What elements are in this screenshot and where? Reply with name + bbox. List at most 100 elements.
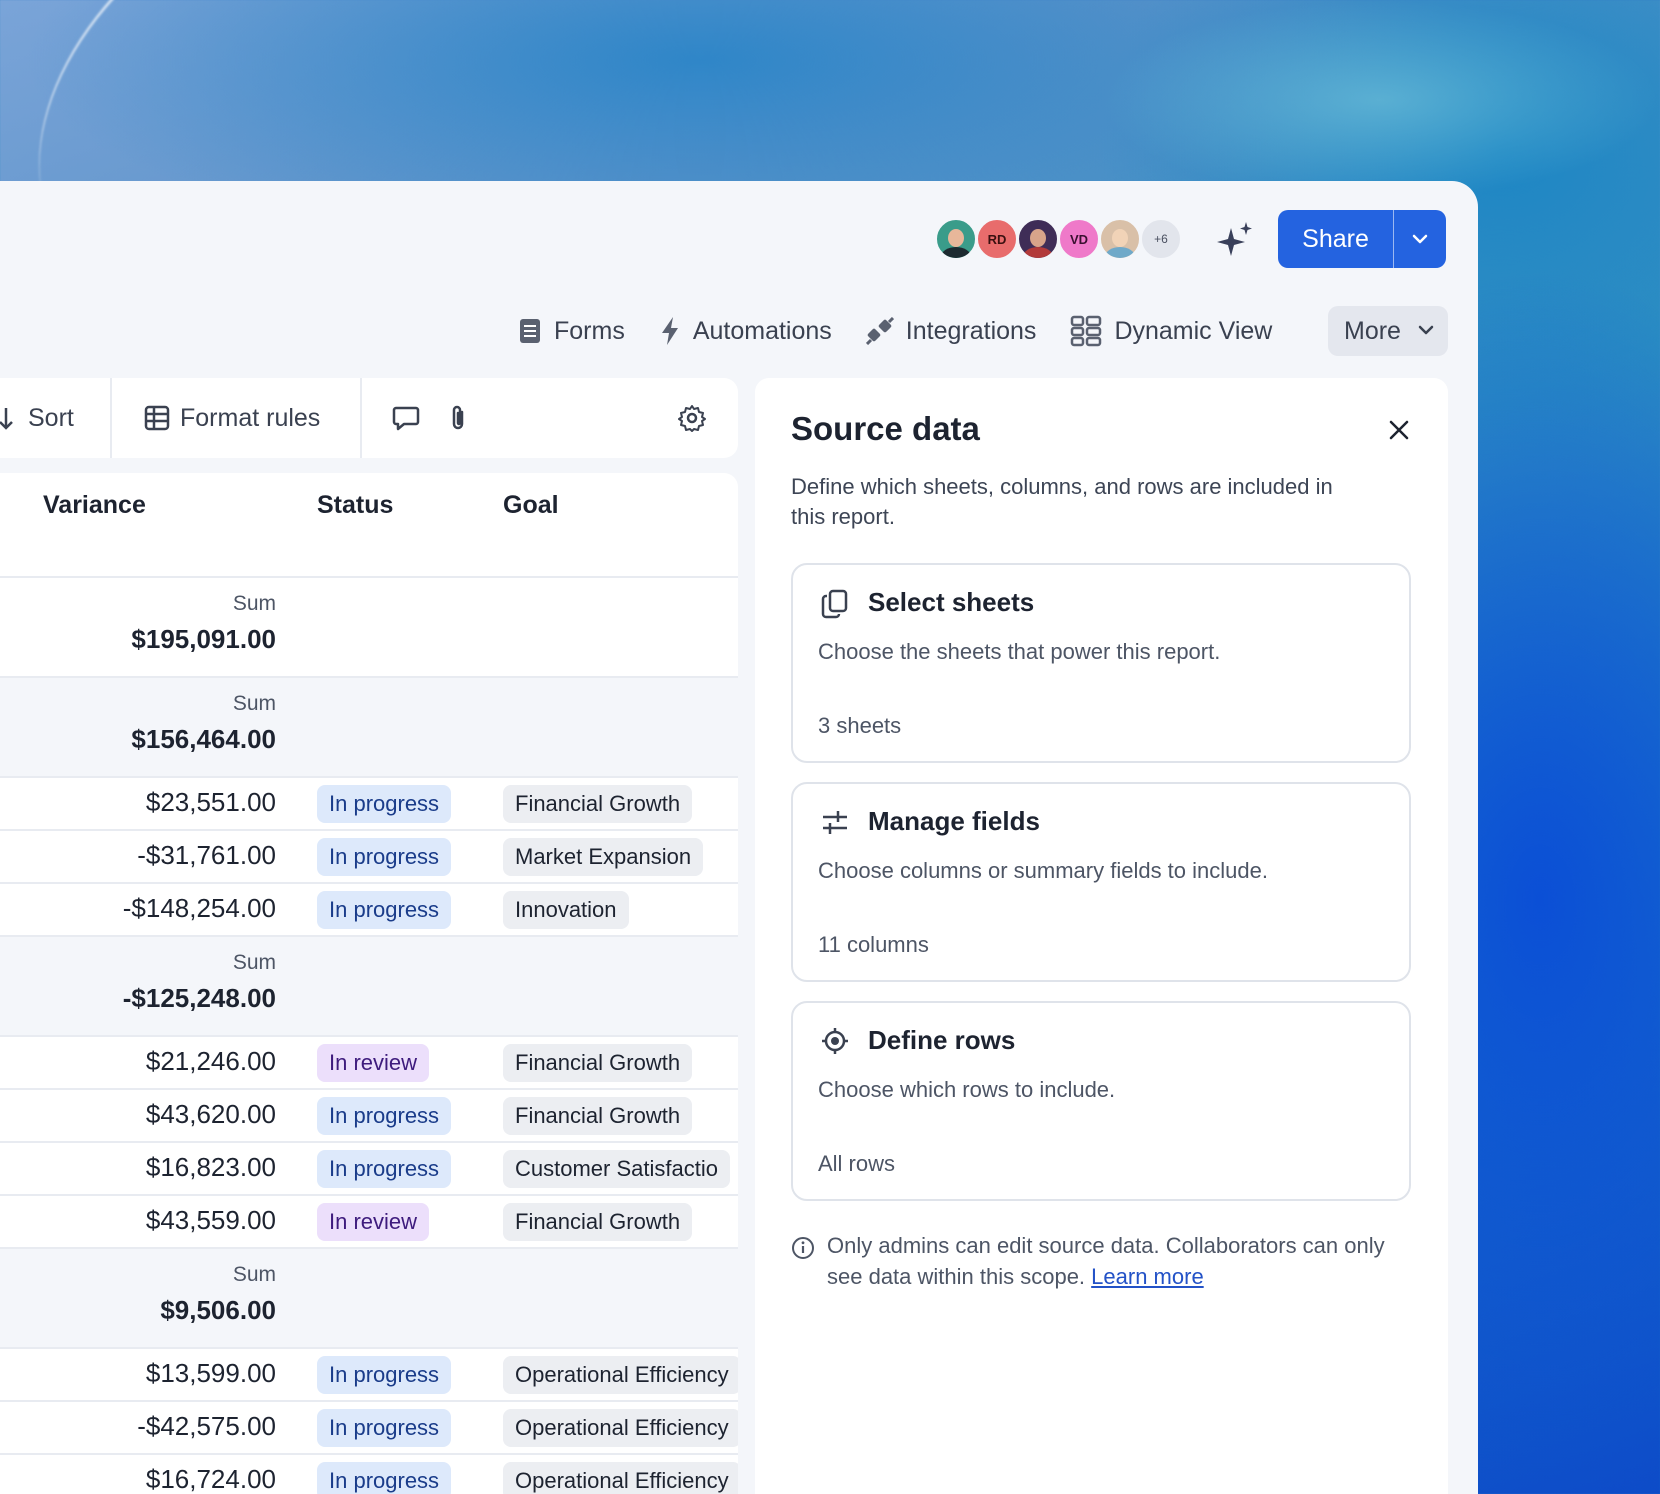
grid-toolbar: Sort Format rules bbox=[0, 378, 738, 458]
status-badge[interactable]: In progress bbox=[317, 891, 452, 929]
table-row[interactable]: $23,551.00 In progress Financial Growth bbox=[0, 778, 738, 831]
variance-cell[interactable]: $16,823.00 bbox=[146, 1152, 276, 1183]
status-badge[interactable]: In progress bbox=[317, 1150, 452, 1188]
goal-tag[interactable]: Financial Growth bbox=[503, 1044, 693, 1082]
paperclip-icon bbox=[452, 405, 464, 430]
more-button[interactable]: More bbox=[1328, 306, 1448, 356]
plug-icon bbox=[865, 317, 894, 345]
share-button-group[interactable]: Share bbox=[1278, 210, 1446, 268]
chevron-down-icon bbox=[1418, 325, 1434, 335]
column-header-goal[interactable]: Goal bbox=[503, 491, 559, 520]
goal-tag[interactable]: Financial Growth bbox=[503, 785, 693, 823]
sum-label: Sum bbox=[232, 692, 276, 715]
collaborator-avatars[interactable]: RD VD +6 bbox=[934, 217, 1183, 261]
goal-tag[interactable]: Customer Satisfactio bbox=[503, 1150, 730, 1188]
summary-row[interactable]: Sum $156,464.00 bbox=[0, 678, 738, 778]
define-rows-card[interactable]: Define rows Choose which rows to include… bbox=[791, 1001, 1411, 1201]
avatar-overflow[interactable]: +6 bbox=[1139, 217, 1183, 261]
attachment-button[interactable] bbox=[420, 378, 470, 458]
column-header-status[interactable]: Status bbox=[317, 491, 393, 520]
variance-cell[interactable]: -$31,761.00 bbox=[137, 840, 276, 871]
avatar[interactable]: RD bbox=[975, 217, 1019, 261]
card-meta: 11 columns bbox=[818, 932, 929, 957]
target-icon bbox=[822, 1028, 848, 1054]
variance-cell[interactable]: $23,551.00 bbox=[146, 787, 276, 818]
summary-row[interactable]: Sum -$125,248.00 bbox=[0, 937, 738, 1037]
goal-tag[interactable]: Operational Efficiency bbox=[503, 1462, 738, 1494]
avatar[interactable] bbox=[934, 217, 978, 261]
panel-title: Source data bbox=[791, 410, 980, 447]
goal-tag[interactable]: Innovation bbox=[503, 891, 629, 929]
status-badge[interactable]: In progress bbox=[317, 1356, 452, 1394]
nav-forms[interactable]: Forms bbox=[518, 317, 625, 346]
avatar[interactable] bbox=[1098, 217, 1142, 261]
table-row[interactable]: $43,559.00 In review Financial Growth bbox=[0, 1196, 738, 1249]
goal-tag[interactable]: Operational Efficiency bbox=[503, 1409, 738, 1447]
variance-cell[interactable]: $13,599.00 bbox=[146, 1358, 276, 1389]
table-row[interactable]: -$42,575.00 In progress Operational Effici… bbox=[0, 1402, 738, 1455]
card-description: Choose which rows to include. bbox=[818, 1077, 1116, 1102]
status-badge[interactable]: In review bbox=[317, 1044, 430, 1082]
copy-icon bbox=[821, 589, 848, 619]
top-nav: Forms Automations Integrations Dynamic V… bbox=[518, 306, 1306, 356]
table-row[interactable]: $13,599.00 In progress Operational Efficie… bbox=[0, 1349, 738, 1402]
status-badge[interactable]: In review bbox=[317, 1203, 430, 1241]
status-badge[interactable]: In progress bbox=[317, 785, 452, 823]
learn-more-link[interactable]: Learn more bbox=[1091, 1264, 1204, 1289]
table-row[interactable]: $21,246.00 In review Financial Growth bbox=[0, 1037, 738, 1090]
table-row[interactable]: $16,823.00 In progress Customer Satisfacti… bbox=[0, 1143, 738, 1196]
summary-row[interactable]: Sum $195,091.00 bbox=[0, 578, 738, 678]
status-badge[interactable]: In progress bbox=[317, 1462, 452, 1494]
goal-tag[interactable]: Market Expansion bbox=[503, 838, 704, 876]
sum-value: -$125,248.00 bbox=[122, 983, 276, 1013]
table-row[interactable]: $43,620.00 In progress Financial Growth bbox=[0, 1090, 738, 1143]
variance-cell[interactable]: -$42,575.00 bbox=[137, 1411, 276, 1442]
ai-sparkle-icon[interactable] bbox=[1215, 220, 1255, 260]
table-row[interactable]: -$31,761.00 In progress Market Expansion bbox=[0, 831, 738, 884]
form-icon bbox=[520, 319, 540, 343]
info-icon bbox=[792, 1237, 814, 1259]
variance-cell[interactable]: $16,724.00 bbox=[146, 1464, 276, 1494]
table-row[interactable]: $16,724.00 In progress Operational Efficie… bbox=[0, 1455, 738, 1494]
avatar[interactable]: VD bbox=[1057, 217, 1101, 261]
share-dropdown-button[interactable] bbox=[1394, 210, 1446, 268]
status-badge[interactable]: In progress bbox=[317, 1097, 452, 1135]
close-icon[interactable] bbox=[1387, 418, 1411, 442]
dynamic-view-icon bbox=[1071, 315, 1102, 347]
variance-cell[interactable]: $43,559.00 bbox=[146, 1205, 276, 1236]
nav-integrations[interactable]: Integrations bbox=[865, 316, 1037, 346]
more-label: More bbox=[1344, 316, 1401, 345]
table-row[interactable]: -$148,254.00 In progress Innovation bbox=[0, 884, 738, 937]
nav-dynamic-view[interactable]: Dynamic View bbox=[1070, 315, 1272, 347]
column-header-variance[interactable]: Variance bbox=[43, 491, 146, 520]
manage-fields-card[interactable]: Manage fields Choose columns or summary … bbox=[791, 782, 1411, 982]
avatar[interactable] bbox=[1016, 217, 1060, 261]
sort-label: Sort bbox=[28, 403, 74, 432]
format-rules-button[interactable]: Format rules bbox=[112, 378, 360, 458]
variance-cell[interactable]: $43,620.00 bbox=[146, 1099, 276, 1130]
sum-value: $195,091.00 bbox=[131, 624, 276, 654]
grid-header: Variance Status Goal bbox=[0, 473, 738, 578]
status-badge[interactable]: In progress bbox=[317, 838, 452, 876]
settings-button[interactable] bbox=[678, 378, 706, 458]
goal-tag[interactable]: Financial Growth bbox=[503, 1203, 693, 1241]
goal-tag[interactable]: Operational Efficiency bbox=[503, 1356, 738, 1394]
panel-description: Define which sheets, columns, and rows a… bbox=[791, 474, 1333, 529]
summary-row[interactable]: Sum $9,506.00 bbox=[0, 1249, 738, 1349]
select-sheets-card[interactable]: Select sheets Choose the sheets that pow… bbox=[791, 563, 1411, 763]
variance-cell[interactable]: $21,246.00 bbox=[146, 1046, 276, 1077]
goal-tag[interactable]: Financial Growth bbox=[503, 1097, 693, 1135]
nav-automations[interactable]: Automations bbox=[659, 316, 832, 346]
lightning-icon bbox=[661, 317, 678, 345]
nav-integrations-label: Integrations bbox=[905, 316, 1037, 345]
nav-forms-label: Forms bbox=[554, 316, 625, 345]
nav-dynamic-view-label: Dynamic View bbox=[1114, 316, 1273, 345]
sort-button[interactable]: Sort bbox=[0, 378, 110, 458]
status-badge[interactable]: In progress bbox=[317, 1409, 452, 1447]
card-description: Choose the sheets that power this report… bbox=[818, 639, 1221, 664]
sum-value: $9,506.00 bbox=[160, 1295, 276, 1325]
variance-cell[interactable]: -$148,254.00 bbox=[123, 893, 276, 924]
nav-automations-label: Automations bbox=[692, 316, 832, 345]
share-button[interactable]: Share bbox=[1278, 210, 1394, 268]
comment-button[interactable] bbox=[362, 378, 420, 458]
